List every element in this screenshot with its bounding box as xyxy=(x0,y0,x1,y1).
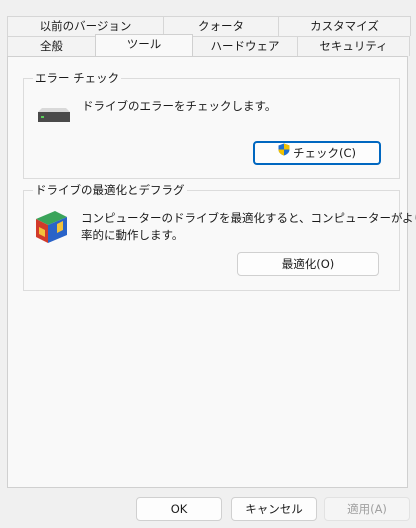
tab-hardware[interactable]: ハードウェア xyxy=(192,36,298,56)
tools-panel: エラー チェック ドライブのエラーをチェックします。 チェック(C) ドライブの… xyxy=(7,56,416,488)
error-check-title: エラー チェック xyxy=(33,70,122,86)
optimize-group: ドライブの最適化とデフラグ コンピューターのドライブを最適化すると、コンピュータ… xyxy=(23,182,416,291)
optimize-description-line1: コンピューターのドライブを最適化すると、コンピューターがより効 xyxy=(81,211,416,225)
error-check-description: ドライブのエラーをチェックします。 xyxy=(82,99,277,113)
drive-icon xyxy=(36,107,72,128)
tab-customize[interactable]: カスタマイズ xyxy=(278,16,411,36)
tab-row-bottom: 全般 ツール ハードウェア セキュリティ xyxy=(7,34,410,56)
optimize-button-label: 最適化(O) xyxy=(281,257,335,271)
tab-quota[interactable]: クォータ xyxy=(163,16,279,36)
defrag-icon xyxy=(33,208,69,249)
optimize-title: ドライブの最適化とデフラグ xyxy=(33,182,187,198)
tab-security[interactable]: セキュリティ xyxy=(297,36,410,56)
error-check-group: エラー チェック ドライブのエラーをチェックします。 チェック(C) xyxy=(23,70,400,179)
tab-general[interactable]: 全般 xyxy=(7,36,96,56)
apply-button-label: 適用(A) xyxy=(347,502,387,516)
check-button-label: チェック(C) xyxy=(292,146,356,160)
optimize-button[interactable]: 最適化(O) xyxy=(237,252,379,276)
ok-button[interactable]: OK xyxy=(136,497,222,521)
uac-shield-icon xyxy=(278,142,290,162)
tab-row-top: 以前のバージョン クォータ カスタマイズ xyxy=(7,16,411,36)
check-button[interactable]: チェック(C) xyxy=(253,141,381,165)
cancel-button-label: キャンセル xyxy=(245,502,303,516)
tab-previous-versions[interactable]: 以前のバージョン xyxy=(7,16,164,36)
cancel-button[interactable]: キャンセル xyxy=(231,497,317,521)
optimize-description-line2: 率的に動作します。 xyxy=(81,228,184,242)
apply-button[interactable]: 適用(A) xyxy=(324,497,410,521)
tab-tools[interactable]: ツール xyxy=(95,34,193,56)
ok-button-label: OK xyxy=(170,502,188,516)
